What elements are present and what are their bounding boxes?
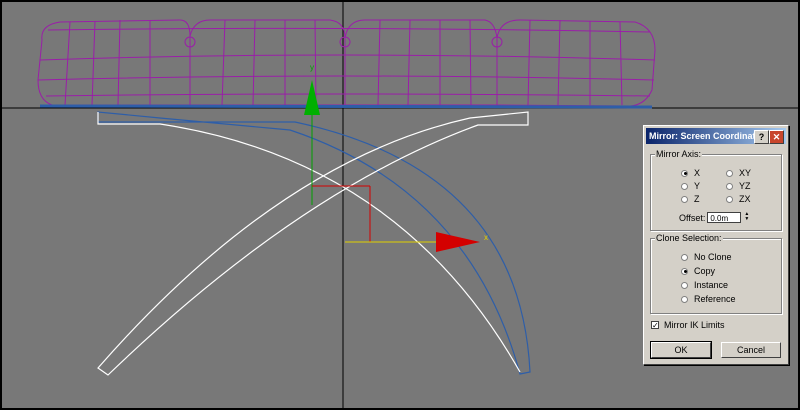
spinner-down-icon: ▼ <box>744 216 750 222</box>
ok-button[interactable]: OK <box>650 341 712 359</box>
radio-dot-selected <box>681 267 688 275</box>
mirror-ik-label: Mirror IK Limits <box>664 320 725 330</box>
help-icon[interactable]: ? <box>754 130 769 144</box>
radio-axis-x[interactable]: X <box>681 168 700 178</box>
gizmo-x-label: x <box>484 233 488 242</box>
radio-dot-selected <box>681 169 688 177</box>
radio-dot <box>681 281 688 289</box>
radio-axis-y[interactable]: Y <box>681 181 700 191</box>
radio-axis-zx[interactable]: ZX <box>726 194 751 204</box>
clone-selection-group: Clone Selection: No Clone Copy Instance … <box>650 233 782 314</box>
radio-dot <box>681 295 688 303</box>
bench-cushion-wireframe <box>37 19 656 107</box>
radio-reference[interactable]: Reference <box>681 294 736 304</box>
dialog-title: Mirror: Screen Coordinates <box>649 131 766 141</box>
gizmo-x-arrow <box>436 232 480 252</box>
clone-selection-label: Clone Selection: <box>655 233 723 243</box>
radio-dot <box>726 169 733 177</box>
gizmo-y-arrow <box>304 80 320 115</box>
radio-instance[interactable]: Instance <box>681 280 728 290</box>
mirror-axis-group: Mirror Axis: X Y Z XY YZ ZX Offset: 0.0m… <box>650 149 782 231</box>
mirror-axis-label: Mirror Axis: <box>655 149 702 159</box>
radio-axis-z[interactable]: Z <box>681 194 700 204</box>
bench-base-edge <box>39 104 653 109</box>
radio-dot <box>726 182 733 190</box>
radio-dot <box>681 195 688 203</box>
offset-spinner[interactable]: ▲ ▼ <box>743 212 750 223</box>
offset-row: Offset: 0.0m ▲ ▼ <box>679 212 750 223</box>
radio-axis-xy[interactable]: XY <box>726 168 751 178</box>
gizmo-y-label: y <box>310 63 314 72</box>
radio-dot <box>726 195 733 203</box>
mirror-ik-limits-row[interactable]: ✓ Mirror IK Limits <box>651 320 725 330</box>
radio-dot <box>681 253 688 261</box>
mirror-dialog: Mirror: Screen Coordinates ? ✕ Mirror Ax… <box>643 125 789 365</box>
radio-dot <box>681 182 688 190</box>
dialog-titlebar[interactable]: Mirror: Screen Coordinates ? ✕ <box>646 128 786 144</box>
radio-no-clone[interactable]: No Clone <box>681 252 732 262</box>
mirror-ik-checkbox[interactable]: ✓ <box>651 321 659 330</box>
close-icon[interactable]: ✕ <box>769 130 784 144</box>
offset-input[interactable]: 0.0m <box>707 212 742 223</box>
radio-copy[interactable]: Copy <box>681 266 715 276</box>
offset-label: Offset: <box>679 212 706 223</box>
radio-axis-yz[interactable]: YZ <box>726 181 751 191</box>
cancel-button[interactable]: Cancel <box>721 342 781 358</box>
